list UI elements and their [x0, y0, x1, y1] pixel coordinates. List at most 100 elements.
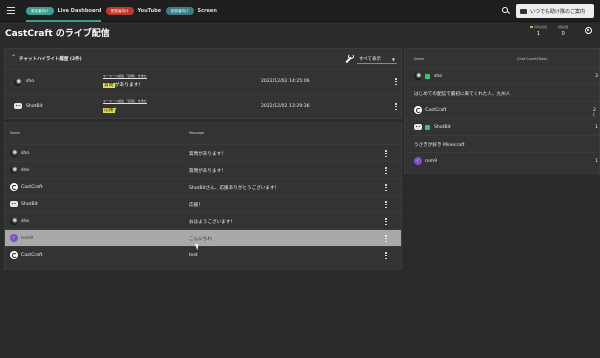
live-indicator-icon — [530, 26, 533, 28]
column-header-name: Name — [10, 131, 21, 135]
viewers-stat: 視聴者数 0 — [558, 25, 568, 37]
viewer-username: ShotBit — [434, 125, 451, 130]
tab-label: Screen — [197, 8, 217, 14]
highlight-timestamp: 2022/12/02 14:25:06 — [261, 79, 310, 84]
chat-username: CastCraft — [21, 185, 43, 190]
chat-message: こんにちわ — [189, 237, 212, 242]
chat-message: おはようございます！ — [189, 220, 235, 225]
avatar: r — [414, 157, 422, 165]
more-options-icon[interactable] — [385, 252, 387, 260]
viewer-note-row: はじめての配信で最初に来てくれた人、九州人 — [405, 84, 599, 101]
chat-message: test — [189, 253, 198, 258]
tab-badge: 配信者向け — [106, 7, 134, 15]
chat-username: sho — [21, 219, 30, 224]
highlight-message: 質問があります！ — [103, 81, 143, 88]
tab-badge: 参加者向け — [26, 7, 54, 15]
more-options-icon[interactable] — [385, 201, 387, 209]
highlight-keyword: 質問 — [103, 83, 115, 88]
search-icon[interactable] — [502, 7, 511, 15]
highlight-row[interactable]: ShotBit キーワード検出 「応援」 を含む 応援！ 2022/12/02 … — [5, 94, 401, 119]
wrench-icon[interactable] — [345, 54, 354, 63]
dropdown-caret-icon: ▼ — [391, 57, 395, 62]
guide-button-label: いつでも助け隊のご案内 — [530, 8, 586, 15]
chat-row[interactable]: sho 質問があります！ — [5, 144, 401, 161]
avatar: r — [10, 234, 18, 242]
chat-row-selected[interactable]: r rom9 こんにちわ — [5, 229, 401, 246]
tab-label: Live Dashboard — [57, 8, 102, 14]
column-header-name: Name — [414, 57, 425, 61]
chat-count: 1 — [595, 159, 598, 164]
chat-username: sho — [21, 151, 30, 156]
more-options-icon[interactable] — [395, 103, 397, 111]
concurrent-viewers-stat: 同時接続数 1 — [530, 25, 547, 37]
viewer-row[interactable]: r rom9 1 — [405, 152, 599, 169]
viewer-row[interactable]: CastCraft 2 ( — [405, 101, 599, 118]
viewer-username: CastCraft — [425, 108, 447, 113]
viewer-note: はじめての配信で最初に来てくれた人、九州人 — [414, 92, 511, 97]
castcraft-logo-icon — [414, 106, 422, 114]
tab-live-dashboard[interactable]: 参加者向け Live Dashboard — [26, 6, 102, 22]
guide-button[interactable]: いつでも助け隊のご案内 — [516, 4, 594, 18]
chat-message: 質問があります！ — [189, 152, 226, 157]
chat-row[interactable]: CastCraft test — [5, 246, 401, 263]
highlight-message-rest: があります！ — [114, 83, 144, 88]
chat-message: 質問があります！ — [189, 169, 226, 174]
viewer-row[interactable]: ShotBit 1 — [405, 118, 599, 135]
settings-icon[interactable] — [585, 27, 592, 34]
tab-youtube[interactable]: 配信者向け YouTube — [106, 6, 161, 16]
chat-username: sho — [21, 168, 30, 173]
chat-highlight-history-panel: ⌃ チャットハイライト履歴 (2件) すべて表示 ▼ sho キーワード検出 「… — [4, 48, 402, 119]
highlight-row[interactable]: sho キーワード検出 「質問」 を含む 質問があります！ 2022/12/02… — [5, 69, 401, 94]
more-options-icon[interactable] — [385, 235, 387, 243]
more-options-icon[interactable] — [385, 167, 387, 175]
highlight-username: ShotBit — [26, 104, 43, 109]
chat-row[interactable]: sho おはようございます！ — [5, 212, 401, 229]
viewer-username: sho — [434, 74, 443, 79]
avatar — [14, 78, 22, 86]
chat-bubble-icon — [520, 8, 527, 14]
highlight-message: 応援！ — [103, 106, 119, 113]
stat-value: 1 — [536, 31, 541, 37]
column-header-message: Message — [189, 131, 205, 135]
page-title: CastCraft のライブ配信 — [5, 29, 110, 39]
tab-badge: 配信者向け — [166, 7, 194, 15]
chat-message: 応援！ — [189, 203, 203, 208]
menu-icon[interactable] — [7, 7, 15, 14]
chat-username: ShotBit — [21, 202, 38, 207]
highlight-panel-title: チャットハイライト履歴 (2件) — [19, 57, 82, 62]
highlight-timestamp: 2022/12/02 13:29:36 — [261, 104, 310, 109]
column-header-chat-count: Chat Count(Total) — [517, 57, 548, 61]
highlight-message-rest: ！ — [114, 108, 120, 113]
chat-row[interactable]: ShotBit 応援！ — [5, 195, 401, 212]
castcraft-logo-icon — [10, 251, 18, 259]
viewer-row[interactable]: sho 3 — [405, 67, 599, 84]
highlight-panel-header: ⌃ チャットハイライト履歴 (2件) すべて表示 ▼ — [5, 49, 401, 69]
top-app-bar: 参加者向け Live Dashboard 配信者向け YouTube 配信者向け… — [0, 0, 600, 22]
viewer-stats-panel: Name Chat Count(Total) sho 3 はじめての配信で最初に… — [404, 48, 600, 174]
more-options-icon[interactable] — [395, 78, 397, 86]
member-badge-icon — [425, 125, 430, 130]
chat-username: rom9 — [21, 236, 33, 241]
chat-list-panel: Name Message sho 質問があります！ sho 質問があります！ C… — [4, 122, 402, 270]
bot-avatar-icon — [10, 200, 18, 208]
more-options-icon[interactable] — [385, 150, 387, 158]
chat-row[interactable]: sho 質問があります！ — [5, 161, 401, 178]
stat-label: 視聴者数 — [558, 26, 569, 29]
more-options-icon[interactable] — [385, 184, 387, 192]
collapse-chevron-icon[interactable]: ⌃ — [11, 54, 16, 61]
stat-label: 同時接続数 — [534, 26, 547, 29]
tab-screen[interactable]: 配信者向け Screen — [166, 6, 217, 16]
viewer-username: rom9 — [425, 159, 437, 164]
keyword-detect-tag: キーワード検出 「質問」 を含む — [103, 74, 147, 78]
highlight-username: sho — [26, 79, 35, 84]
keyword-detect-tag: キーワード検出 「応援」 を含む — [103, 99, 147, 103]
page-header: CastCraft のライブ配信 同時接続数 1 視聴者数 0 — [0, 22, 600, 46]
chat-count: 3 — [595, 74, 598, 79]
more-options-icon[interactable] — [385, 218, 387, 226]
highlight-filter-select[interactable]: すべて表示 ▼ — [357, 54, 397, 64]
chat-count: 1 — [595, 125, 598, 130]
bot-avatar-icon — [414, 123, 422, 131]
chat-username: CastCraft — [21, 253, 43, 258]
tab-label: YouTube — [137, 8, 162, 14]
chat-row[interactable]: CastCraft ShotBitさん、応援ありがとうございます！ — [5, 178, 401, 195]
